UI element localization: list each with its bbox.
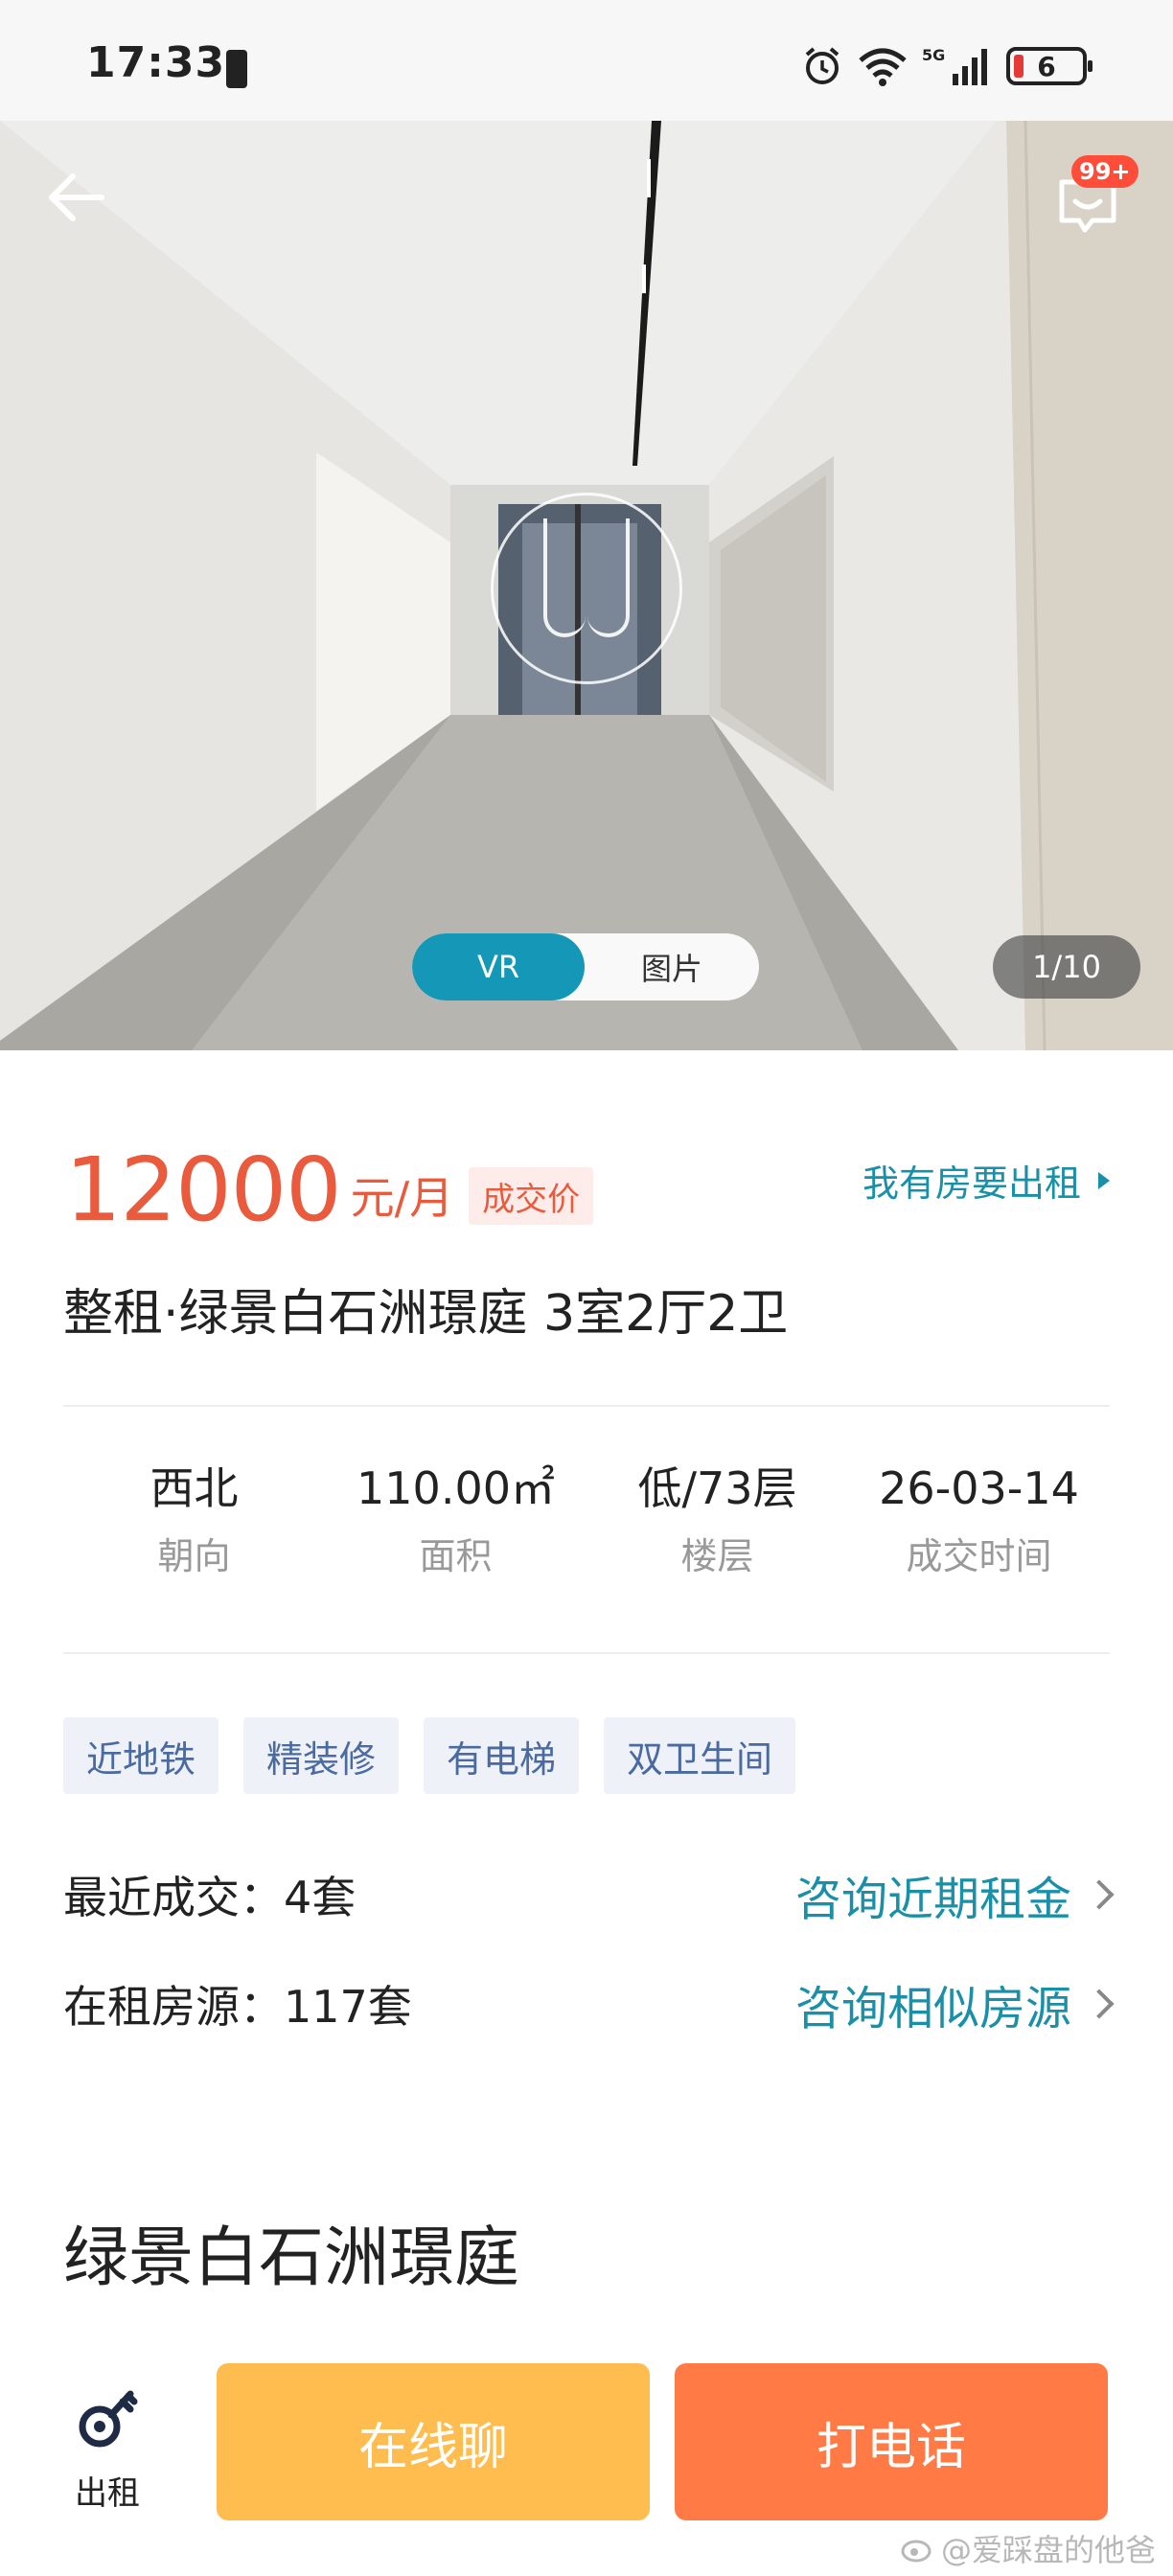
listing-photo[interactable]: 99+ VR 图片 1/10 [0, 121, 1173, 1050]
battery-icon: 6 [1006, 47, 1092, 85]
tab-vr[interactable]: VR [412, 933, 585, 1000]
tab-photos[interactable]: 图片 [585, 933, 759, 1000]
feature-tags: 近地铁 精装修 有电梯 双卫生间 [63, 1717, 796, 1794]
stat-deal-date: 26-03-14 成交时间 [848, 1462, 1110, 1579]
photo-counter: 1/10 [993, 935, 1140, 999]
stat-area: 110.00㎡ 面积 [325, 1462, 586, 1579]
stat-value: 110.00㎡ [356, 1462, 555, 1514]
listing-title: 整租·绿景白石洲璟庭 3室2厅2卫 [63, 1285, 789, 1343]
active-listings-row: 在租房源：117套 咨询相似房源 [63, 1970, 1115, 2037]
watermark-text: @爱踩盘的他爸 [940, 2532, 1156, 2568]
media-toggle: VR 图片 [412, 933, 759, 1000]
chevron-right-icon [1084, 1989, 1115, 2019]
stat-value: 低/73层 [637, 1462, 797, 1514]
deal-price-badge: 成交价 [469, 1167, 594, 1225]
status-time: 17:33 [86, 38, 226, 87]
stat-value: 26-03-14 [879, 1462, 1079, 1514]
key-facts: 西北 朝向 110.00㎡ 面积 低/73层 楼层 26-03-14 成交时间 [63, 1462, 1110, 1579]
call-button[interactable]: 打电话 [675, 2363, 1108, 2520]
battery-saver-icon [226, 50, 247, 88]
ask-similar-listings-label: 咨询相似房源 [794, 1982, 1071, 2036]
weibo-icon [901, 2540, 932, 2563]
triangle-right-icon [1098, 1171, 1110, 1189]
key-icon [79, 2390, 138, 2448]
status-icons: 5G 6 [801, 42, 1092, 90]
ask-recent-rent-link[interactable]: 咨询近期租金 [794, 1861, 1115, 1928]
price-amount: 12000 [65, 1138, 342, 1241]
divider [63, 1652, 1110, 1654]
active-listings-count: 在租房源：117套 [63, 1981, 412, 2033]
stat-floor: 低/73层 楼层 [586, 1462, 848, 1579]
watermark: @爱踩盘的他爸 [901, 2526, 1156, 2570]
battery-level: 6 [1037, 50, 1056, 82]
stat-orientation: 西北 朝向 [63, 1462, 325, 1579]
price-unit: 元/月 [350, 1172, 454, 1224]
price-row: 12000 元/月 成交价 [65, 1129, 594, 1241]
stat-label: 成交时间 [906, 1535, 1052, 1578]
wifi-icon [859, 48, 907, 86]
stat-label: 朝向 [157, 1535, 231, 1578]
alarm-icon [805, 47, 840, 84]
rent-out-my-home-link[interactable]: 我有房要出租 [862, 1154, 1110, 1207]
network-type-label: 5G [922, 46, 945, 64]
recent-deals-row: 最近成交：4套 咨询近期租金 [63, 1861, 1115, 1928]
status-bar: 17:33 5G 6 [0, 0, 1173, 121]
community-title: 绿景白石洲璟庭 [63, 2220, 520, 2296]
ask-similar-listings-link[interactable]: 咨询相似房源 [794, 1970, 1115, 2037]
recent-deals-count: 最近成交：4套 [63, 1872, 356, 1923]
stat-label: 面积 [419, 1535, 493, 1578]
signal-icon: 5G [922, 46, 987, 85]
stat-label: 楼层 [680, 1535, 754, 1578]
feature-tag: 有电梯 [424, 1717, 580, 1794]
message-badge: 99+ [1071, 155, 1138, 188]
divider [63, 1405, 1110, 1407]
rent-out-link-label: 我有房要出租 [862, 1162, 1081, 1205]
ask-recent-rent-label: 咨询近期租金 [794, 1873, 1071, 1926]
chevron-right-icon [1084, 1879, 1115, 1910]
online-chat-button[interactable]: 在线聊 [217, 2363, 650, 2520]
back-arrow-icon[interactable] [38, 159, 115, 236]
stat-value: 西北 [150, 1462, 239, 1514]
rent-out-tab[interactable]: 出租 [67, 2379, 148, 2514]
feature-tag: 精装修 [243, 1717, 400, 1794]
rent-out-label: 出租 [75, 2474, 140, 2513]
feature-tag: 双卫生间 [604, 1717, 796, 1794]
feature-tag: 近地铁 [63, 1717, 219, 1794]
vr-play-icon[interactable] [491, 493, 682, 684]
